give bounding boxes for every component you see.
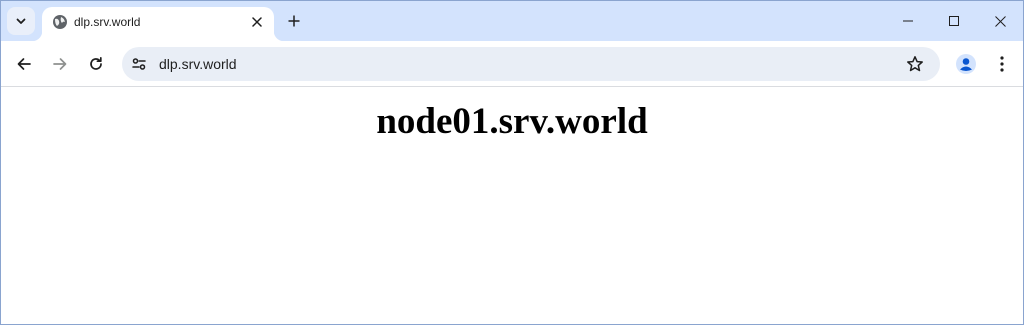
browser-window: dlp.srv.world dlp.srv.world node01.srv.w… — [0, 0, 1024, 325]
profile-button[interactable] — [952, 50, 980, 78]
url-text[interactable]: dlp.srv.world — [159, 56, 237, 72]
minimize-icon — [903, 20, 913, 22]
menu-button[interactable] — [988, 50, 1016, 78]
tab-active[interactable]: dlp.srv.world — [32, 7, 284, 41]
new-tab-button[interactable] — [282, 9, 306, 33]
bookmark-button[interactable] — [903, 52, 927, 76]
arrow-right-icon — [53, 58, 67, 70]
plus-icon — [288, 15, 300, 27]
tune-icon — [132, 58, 146, 70]
maximize-icon — [949, 16, 959, 26]
star-icon — [907, 56, 923, 72]
browser-toolbar: dlp.srv.world — [1, 41, 1023, 87]
tab-strip: dlp.srv.world — [1, 1, 1023, 41]
minimize-button[interactable] — [885, 1, 931, 41]
tab-title: dlp.srv.world — [74, 15, 141, 29]
window-close-button[interactable] — [977, 1, 1023, 41]
chevron-down-icon — [16, 18, 26, 24]
globe-icon — [53, 15, 67, 29]
tab-search-button[interactable] — [7, 7, 35, 35]
back-button[interactable] — [8, 48, 40, 80]
more-vert-icon — [1000, 56, 1004, 72]
close-icon — [994, 15, 1006, 27]
account-icon — [956, 54, 976, 74]
reload-button[interactable] — [80, 48, 112, 80]
page-heading: node01.srv.world — [376, 101, 648, 142]
forward-button[interactable] — [44, 48, 76, 80]
tab-close-button[interactable] — [247, 12, 267, 32]
page-content: node01.srv.world — [1, 88, 1023, 324]
address-bar[interactable]: dlp.srv.world — [122, 47, 940, 81]
site-info-button[interactable] — [127, 52, 151, 76]
arrow-left-icon — [17, 58, 31, 70]
close-icon — [252, 17, 262, 27]
reload-icon — [90, 56, 102, 70]
maximize-button[interactable] — [931, 1, 977, 41]
